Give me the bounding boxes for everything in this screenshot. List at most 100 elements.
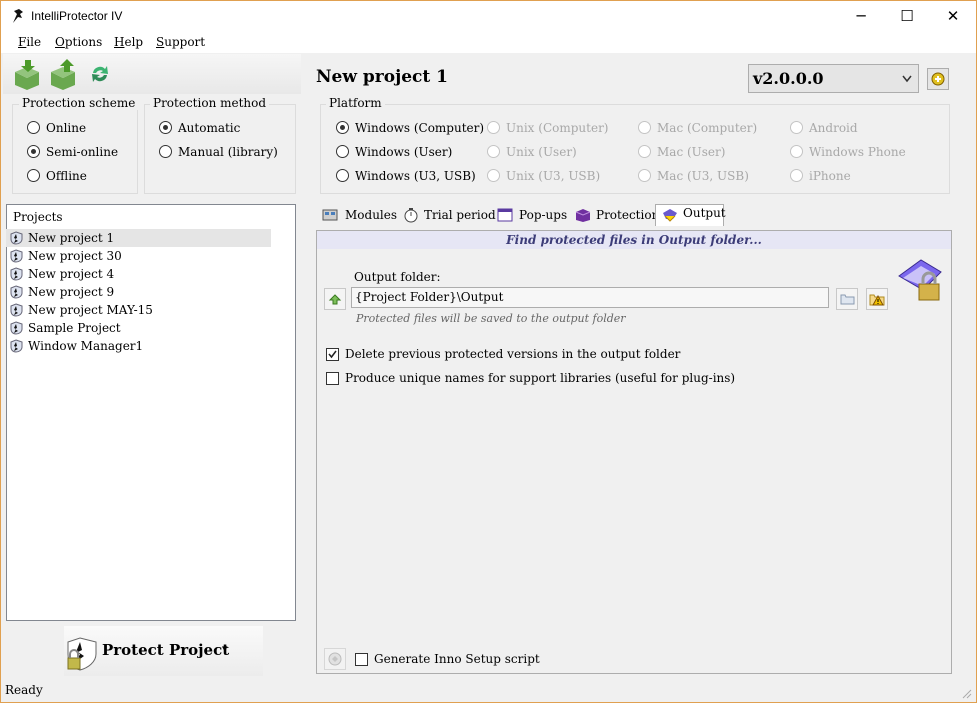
scheme-offline-label: Offline <box>46 169 87 183</box>
toolbar <box>3 54 301 94</box>
platform-title: Platform <box>326 96 385 110</box>
menu-help[interactable]: Help <box>114 35 143 49</box>
folder-arrow-icon <box>328 294 342 305</box>
warning-icon <box>869 294 885 306</box>
menu-help-accel: H <box>114 35 125 49</box>
method-manual-radio[interactable] <box>159 145 172 158</box>
menu-support[interactable]: Support <box>156 35 205 49</box>
checkmark-icon <box>328 350 337 359</box>
platform-android-radio <box>790 121 803 134</box>
method-automatic-label: Automatic <box>178 121 241 135</box>
delete-previous-checkbox[interactable] <box>326 348 339 361</box>
platform-mac-user-radio <box>638 145 651 158</box>
project-shield-icon <box>10 321 23 335</box>
platform-mac-computer-radio <box>638 121 651 134</box>
app-logo-icon <box>13 9 23 23</box>
menu-support-accel: S <box>156 35 165 49</box>
menu-file[interactable]: File <box>18 35 41 49</box>
add-version-button[interactable] <box>927 68 949 90</box>
platform-unix-computer-label: Unix (Computer) <box>506 121 609 135</box>
project-name: New project 9 <box>28 285 115 299</box>
stopwatch-icon <box>404 208 418 223</box>
output-folder-value: {Project Folder}\Output <box>355 290 504 304</box>
inno-setup-button[interactable] <box>324 648 346 670</box>
scheme-online-label: Online <box>46 121 87 135</box>
platform-mac-user-label: Mac (User) <box>657 145 726 159</box>
version-select[interactable]: v2.0.0.0 <box>748 64 919 93</box>
browse-folder-button[interactable] <box>836 288 858 310</box>
project-name: New project 1 <box>28 231 115 245</box>
close-button[interactable]: ✕ <box>930 2 976 31</box>
platform-unix-user-label: Unix (User) <box>506 145 577 159</box>
project-shield-icon <box>10 267 23 281</box>
platform-android-label: Android <box>809 121 858 135</box>
menu-options[interactable]: Options <box>55 35 102 49</box>
plus-circle-icon <box>931 72 945 86</box>
modules-icon <box>322 209 338 221</box>
scheme-semi-online-label: Semi-online <box>46 145 119 159</box>
popup-window-icon <box>497 208 513 222</box>
project-shield-icon <box>10 303 23 317</box>
output-banner: Find protected files in Output folder... <box>317 231 951 249</box>
protect-dropdown-arrow[interactable]: ▾ <box>222 642 228 655</box>
platform-windows-computer-label: Windows (Computer) <box>355 121 485 135</box>
project-list-item[interactable]: Window Manager1 <box>6 337 271 355</box>
export-box-icon[interactable] <box>47 58 79 90</box>
project-shield-icon <box>10 285 23 299</box>
scheme-offline-radio[interactable] <box>27 169 40 182</box>
inno-setup-checkbox[interactable] <box>355 653 368 666</box>
refresh-icon[interactable] <box>89 63 111 85</box>
project-title: New project 1 <box>316 67 449 87</box>
tab-output[interactable]: Output <box>655 204 726 226</box>
platform-mac-computer-label: Mac (Computer) <box>657 121 758 135</box>
output-folder-input[interactable]: {Project Folder}\Output <box>351 287 829 308</box>
protect-project-button[interactable]: Protect Project ▾ <box>64 626 263 676</box>
maximize-button[interactable]: ☐ <box>884 2 930 31</box>
output-folder-hint: Protected files will be saved to the out… <box>356 312 626 325</box>
open-folder-action-button[interactable] <box>324 288 346 310</box>
scheme-semi-online-radio[interactable] <box>27 145 40 158</box>
project-list-item[interactable]: New project 9 <box>6 283 271 301</box>
platform-windows-phone-label: Windows Phone <box>809 145 906 159</box>
chevron-down-icon <box>902 75 912 83</box>
project-name: Sample Project <box>28 321 121 335</box>
platform-mac-u3-usb-radio <box>638 169 651 182</box>
tab-trial-period-label: Trial period <box>424 208 496 222</box>
inno-setup-label: Generate Inno Setup script <box>374 652 540 666</box>
protect-project-label: Protect Project <box>102 641 230 659</box>
project-list-item[interactable]: New project 1 <box>6 229 271 247</box>
minimize-button[interactable]: ─ <box>838 2 884 31</box>
tab-output-label: Output <box>683 206 726 220</box>
project-list-item[interactable]: Sample Project <box>6 319 271 337</box>
platform-windows-computer-radio[interactable] <box>336 121 349 134</box>
project-list-item[interactable]: New project 4 <box>6 265 271 283</box>
project-list-item[interactable]: New project 30 <box>6 247 271 265</box>
warning-folder-button[interactable] <box>866 288 888 310</box>
scheme-online-radio[interactable] <box>27 121 40 134</box>
platform-windows-u3-usb-label: Windows (U3, USB) <box>355 169 476 183</box>
import-box-icon[interactable] <box>11 58 43 90</box>
platform-windows-phone-radio <box>790 145 803 158</box>
platform-windows-user-radio[interactable] <box>336 145 349 158</box>
menu-file-label: ile <box>26 35 42 49</box>
method-automatic-radio[interactable] <box>159 121 172 134</box>
project-shield-icon <box>10 231 23 245</box>
project-name: New project 30 <box>28 249 122 263</box>
unique-names-checkbox[interactable] <box>326 372 339 385</box>
menu-help-label: elp <box>124 35 144 49</box>
platform-windows-user-label: Windows (User) <box>355 145 453 159</box>
tab-modules-label: Modules <box>345 208 398 222</box>
resize-grip-icon[interactable] <box>961 688 973 700</box>
platform-windows-u3-usb-radio[interactable] <box>336 169 349 182</box>
platform-iphone-label: iPhone <box>809 169 851 183</box>
unique-names-label: Produce unique names for support librari… <box>345 371 736 385</box>
platform-unix-u3-usb-label: Unix (U3, USB) <box>506 169 601 183</box>
project-name: New project MAY-15 <box>28 303 153 317</box>
output-lock-icon <box>898 259 942 301</box>
platform-unix-u3-usb-radio <box>487 169 500 182</box>
version-value: v2.0.0.0 <box>753 69 824 88</box>
status-text: Ready <box>5 683 43 697</box>
method-manual-label: Manual (library) <box>178 145 278 159</box>
shield-lock-icon <box>67 637 97 671</box>
project-list-item[interactable]: New project MAY-15 <box>6 301 271 319</box>
